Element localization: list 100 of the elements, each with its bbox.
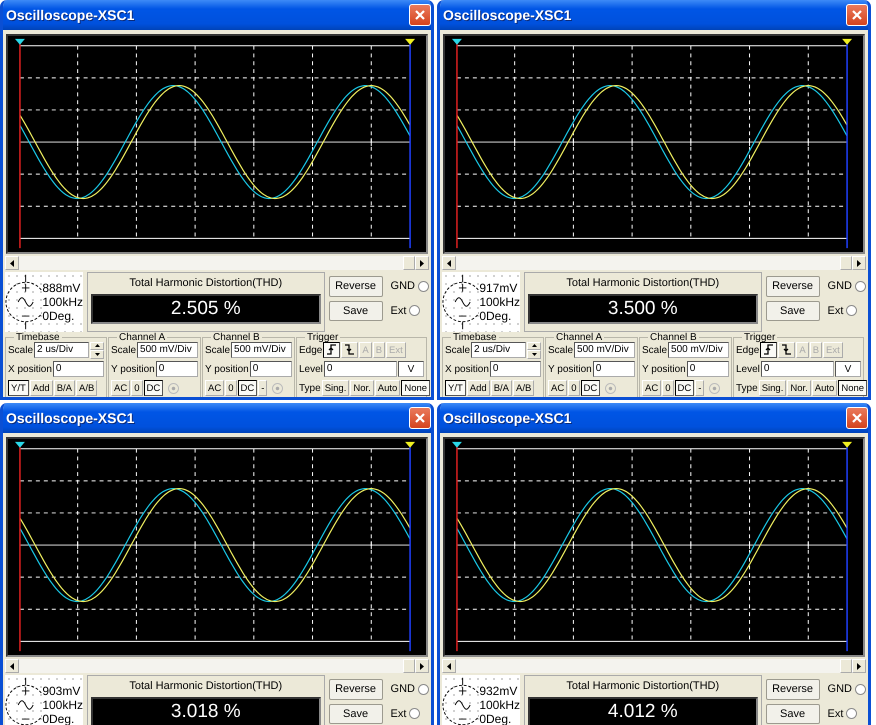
toggle-button[interactable]: None [401,380,430,396]
toggle-button[interactable]: - [695,380,704,396]
toggle-button[interactable]: B/A [490,380,512,396]
toggle-button[interactable]: Add [466,380,490,396]
radio-button[interactable] [409,305,420,316]
toggle-button[interactable]: Auto [374,380,400,396]
reverse-button[interactable]: Reverse [766,679,820,700]
left-cursor[interactable] [14,38,25,248]
radio-button[interactable] [846,708,858,720]
reverse-button[interactable]: Reverse [328,276,383,296]
toggle-button[interactable]: Sing. [758,380,786,396]
input-field[interactable]: 500 mV/Div [574,342,635,358]
thd-display: 2.505 % [91,294,321,324]
scrollbar-thumb[interactable] [403,256,415,270]
scrollbar[interactable] [5,256,429,270]
radio-button[interactable] [418,280,429,292]
toggle-button[interactable]: AC [111,380,130,396]
close-button[interactable] [409,407,431,429]
toggle-button[interactable]: DC [144,380,164,396]
falling-edge-button[interactable] [341,342,358,358]
close-button[interactable] [409,4,431,26]
input-field[interactable]: 2 us/Div [34,342,89,358]
toggle-button[interactable]: 0 [568,380,580,396]
scrollbar-thumb[interactable] [403,659,415,673]
input-field[interactable]: 0 [324,361,397,377]
toggle-button[interactable]: Auto [812,380,838,396]
spinner[interactable] [527,342,541,358]
toggle-button[interactable]: Nor. [350,380,374,396]
toggle-button[interactable]: B/A [54,380,75,396]
toggle-button[interactable]: AC [642,380,662,396]
radio-button[interactable] [846,305,858,316]
scroll-left-button[interactable] [5,659,19,673]
input-field[interactable]: 500 mV/Div [668,342,729,358]
scroll-right-button[interactable] [415,256,429,270]
right-cursor[interactable] [842,442,852,652]
scroll-left-button[interactable] [5,256,19,270]
right-cursor[interactable] [405,38,416,248]
radio-button[interactable] [855,684,866,695]
falling-edge-button[interactable] [778,342,796,358]
right-cursor[interactable] [842,38,852,248]
field-label: Type [299,382,321,396]
scroll-left-button[interactable] [442,659,456,673]
save-button[interactable]: Save [766,704,820,724]
scrollbar-thumb[interactable] [840,659,852,673]
field-label: Edge [299,344,322,358]
left-cursor[interactable] [452,38,462,248]
input-field[interactable]: 0 [592,361,635,377]
scroll-left-button[interactable] [442,256,456,270]
save-button[interactable]: Save [328,300,383,321]
toggle-button[interactable]: A/B [513,380,534,396]
toggle-button[interactable]: None [838,380,868,396]
input-field[interactable]: 0 [490,361,541,377]
toggle-button[interactable]: 0 [662,380,674,396]
input-field[interactable]: 500 mV/Div [231,342,292,358]
toggle-button[interactable]: Sing. [322,380,350,396]
toggle-button[interactable]: Y/T [445,380,466,396]
left-cursor[interactable] [14,442,25,652]
input-field[interactable]: 0 [686,361,729,377]
save-button[interactable]: Save [328,704,383,724]
close-button[interactable] [846,407,868,429]
radio-button[interactable] [855,280,866,292]
input-field[interactable]: 500 mV/Div [137,342,198,358]
toggle-button[interactable]: 0 [225,380,236,396]
save-button[interactable]: Save [766,300,820,321]
reverse-button[interactable]: Reverse [328,679,383,700]
input-field[interactable]: 0 [250,361,292,377]
scroll-right-button[interactable] [852,659,866,673]
field-label: Scale [205,344,230,358]
toggle-button[interactable]: AC [548,380,568,396]
unit-field[interactable]: V [835,361,861,377]
rising-edge-button[interactable] [323,342,340,358]
input-field[interactable]: 0 [156,361,198,377]
toggle-button[interactable]: Y/T [8,380,29,396]
scrollbar[interactable] [5,659,429,673]
scrollbar[interactable] [442,659,866,673]
radio-button[interactable] [418,684,429,695]
scrollbar[interactable] [442,256,866,270]
toggle-button[interactable]: DC [674,380,694,396]
toggle-button[interactable]: A/B [76,380,98,396]
toggle-button[interactable]: - [258,380,268,396]
toggle-button[interactable]: AC [205,380,224,396]
toggle-button[interactable]: DC [238,380,258,396]
toggle-button[interactable]: 0 [131,380,142,396]
rising-edge-button[interactable] [760,342,778,358]
unit-field[interactable]: V [398,361,424,377]
reverse-button[interactable]: Reverse [766,276,820,296]
left-cursor[interactable] [452,442,462,652]
input-field[interactable]: 0 [52,361,104,377]
input-field[interactable]: 2 us/Div [471,342,526,358]
close-button[interactable] [846,4,868,26]
right-cursor[interactable] [405,442,416,652]
radio-button[interactable] [409,708,420,720]
input-field[interactable]: 0 [760,361,834,377]
scrollbar-thumb[interactable] [840,256,852,270]
scroll-right-button[interactable] [852,256,866,270]
toggle-button[interactable]: Add [30,380,53,396]
toggle-button[interactable]: Nor. [787,380,811,396]
toggle-button[interactable]: DC [580,380,600,396]
scroll-right-button[interactable] [415,659,429,673]
spinner[interactable] [90,342,104,358]
